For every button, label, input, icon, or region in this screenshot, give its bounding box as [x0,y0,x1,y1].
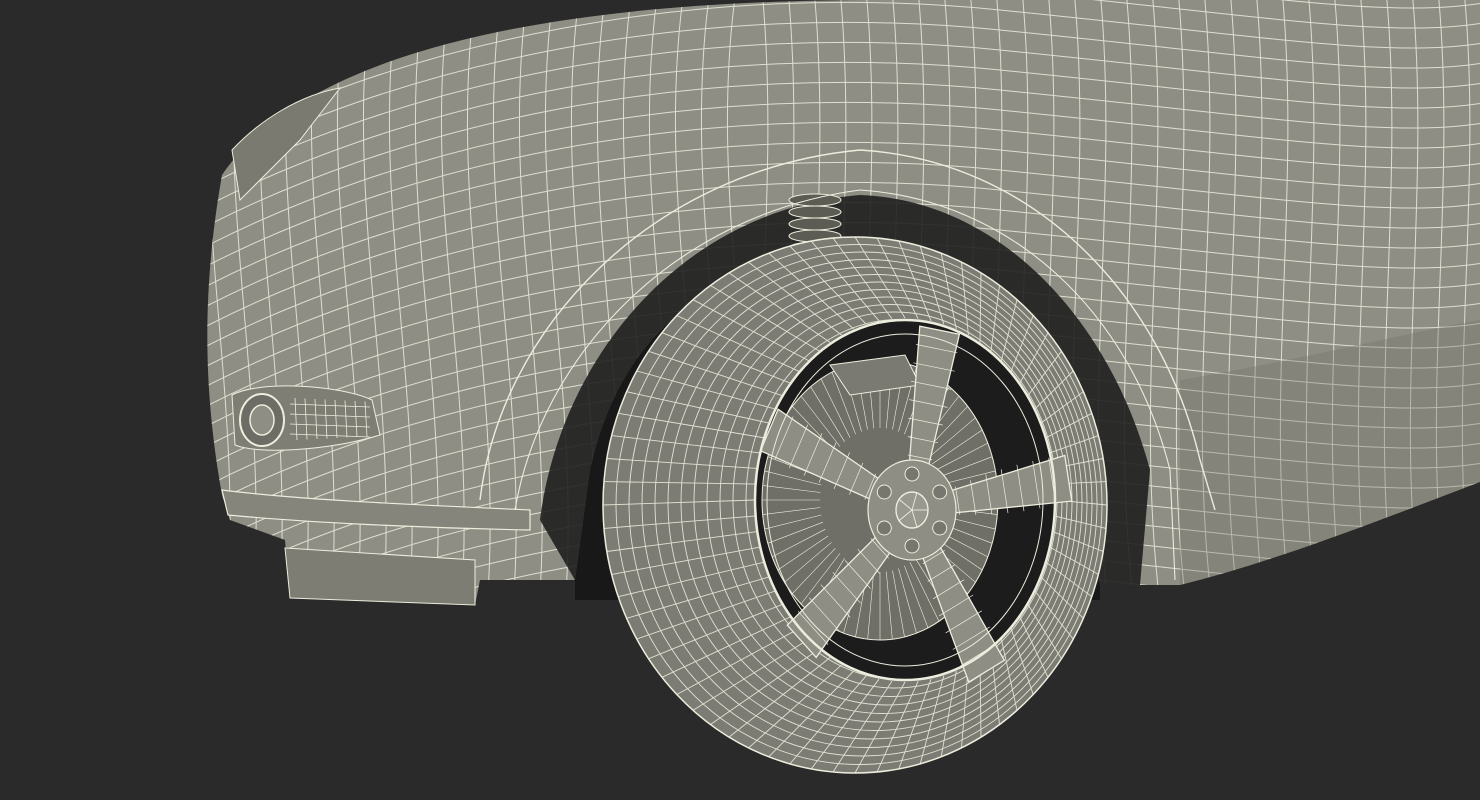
spring-coil [788,205,842,219]
lug-nut [932,520,948,536]
lug-nut [904,466,920,482]
lug-nut [876,520,892,536]
lug-nut [904,538,920,554]
lug-nut [876,484,892,500]
wireframe-render [0,0,1480,800]
spring-coil [788,193,842,207]
fog-light-ring-inner [249,404,275,436]
lug-nut [932,484,948,500]
wheel-hub [867,459,957,561]
fog-light [231,385,381,451]
render-viewport [0,0,1480,800]
spring-coil [788,217,842,231]
